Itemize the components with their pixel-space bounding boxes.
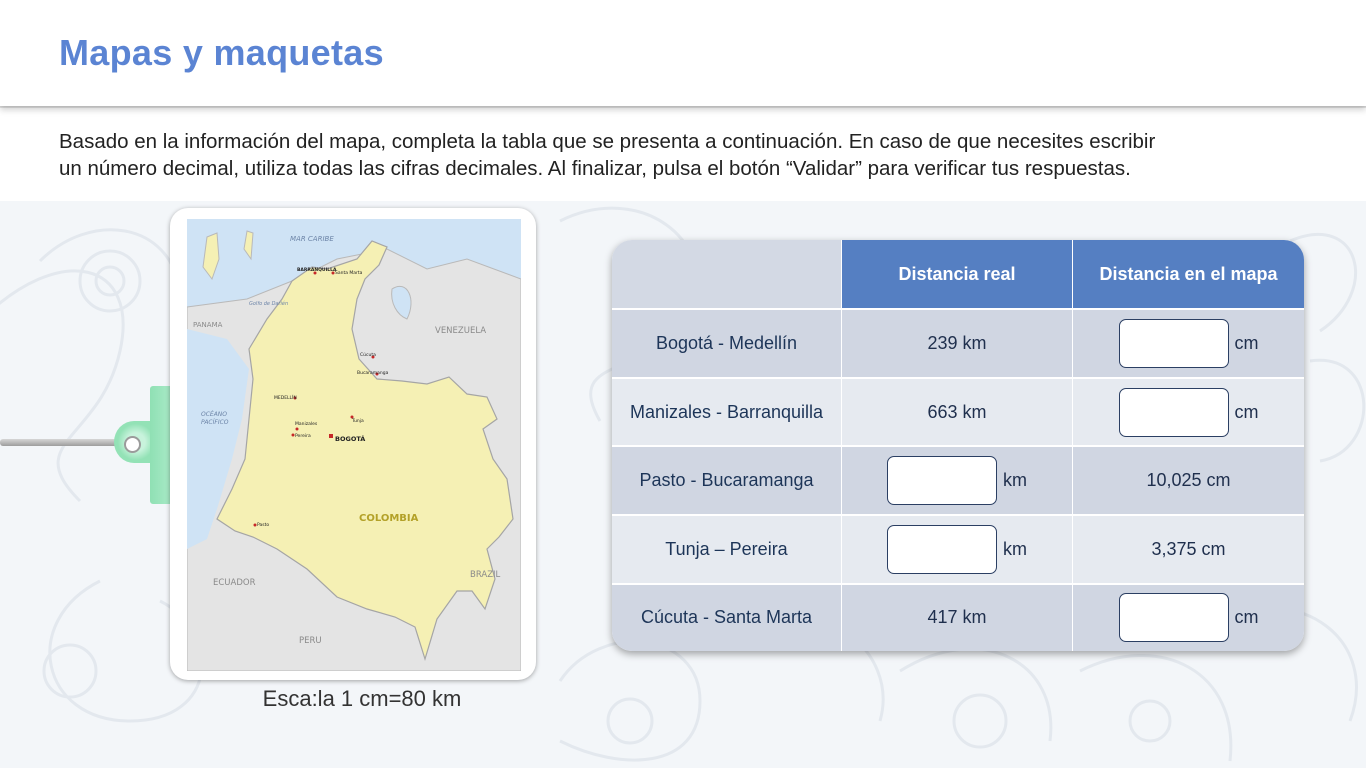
table-row: Pasto - Bucaramanga km 10,025 cm [612,447,1304,517]
city-pereira: Pereira [295,433,311,439]
map-distance-input-group: cm [1118,318,1259,368]
distance-table-container: Distancia real Distancia en el mapa Bogo… [612,240,1304,651]
instructions-line-2: un número decimal, utiliza todas las cif… [59,157,1131,180]
city-manizales: Manizales [295,421,318,427]
real-distance-input-group: km [887,524,1027,574]
route-name: Cúcuta - Santa Marta [612,584,842,651]
city-cucuta: Cúcuta [360,351,376,358]
table-row: Manizales - Barranquilla 663 km cm [612,378,1304,448]
real-distance-cell: km [842,516,1073,585]
map-distance-value: 3,375 cm [1073,516,1304,585]
label-panama: PANAMA [193,321,223,329]
unit-label: cm [1234,607,1259,628]
page-title: Mapas y maquetas [59,32,384,73]
label-ocean-2: PACÍFICO [201,419,229,426]
city-bucaramanga: Bucaramanga [357,370,389,376]
route-name: Bogotá - Medellín [612,310,842,379]
label-venezuela: VENEZUELA [435,326,486,336]
header: Mapas y maquetas [0,0,1366,106]
table-row: Bogotá - Medellín 239 km cm [612,310,1304,379]
city-santa-marta: Santa Marta [335,270,363,276]
unit-label: km [1003,470,1027,491]
map-card: MAR CARIBE Golfo de Darién PANAMA VENEZU… [170,208,536,680]
table-row: Cúcuta - Santa Marta 417 km cm [612,584,1304,651]
header-map-distance: Distancia en el mapa [1073,240,1304,310]
distance-table: Distancia real Distancia en el mapa Bogo… [612,240,1304,651]
city-pasto: Pasto [257,522,269,528]
label-ocean-1: OCÉANO [201,410,227,418]
map-distance-cell: cm [1073,310,1304,379]
table-header-row: Distancia real Distancia en el mapa [612,240,1304,310]
header-real-distance: Distancia real [842,240,1073,310]
instructions-line-1: Basado en la información del mapa, compl… [59,130,1156,153]
map-distance-input[interactable] [1118,387,1229,437]
unit-label: km [1003,538,1027,559]
map-distance-input[interactable] [1118,318,1229,368]
label-gulf: Golfo de Darién [249,300,288,307]
table-row: Tunja – Pereira km 3,375 cm [612,516,1304,585]
pin-hole-icon [124,436,141,453]
real-distance-cell: km [842,447,1073,517]
map-distance-cell: cm [1073,584,1304,651]
page: Mapas y maquetas Basado en la informació… [0,0,1366,768]
unit-label: cm [1234,332,1259,353]
label-peru: PERU [299,636,322,646]
route-name: Tunja – Pereira [612,516,842,585]
city-tunja: Tunja [351,418,364,424]
map-distance-cell: cm [1073,378,1304,448]
map-distance-value: 10,025 cm [1073,447,1304,517]
route-name: Manizales - Barranquilla [612,378,842,448]
city-dot-bogota [329,434,333,438]
city-medellin: MEDELLÍN [274,394,297,401]
unit-label: cm [1234,401,1259,422]
real-distance-value: 239 km [842,310,1073,379]
real-distance-value: 417 km [842,584,1073,651]
label-colombia: COLOMBIA [359,513,419,524]
real-distance-input[interactable] [887,456,997,506]
map-distance-input-group: cm [1118,387,1259,437]
route-name: Pasto - Bucaramanga [612,447,842,517]
label-brazil: BRAZIL [470,570,501,580]
instructions: Basado en la información del mapa, compl… [59,128,1319,182]
city-barranquilla: BARRANQUILLA [297,267,337,273]
pin-rod [0,439,120,446]
header-route [612,240,842,310]
label-ecuador: ECUADOR [213,578,256,588]
real-distance-value: 663 km [842,378,1073,448]
city-bogota: BOGOTÁ [335,434,365,443]
real-distance-input-group: km [887,456,1027,506]
colombia-map: MAR CARIBE Golfo de Darién PANAMA VENEZU… [187,219,521,671]
city-dot-manizales [295,427,299,431]
real-distance-input[interactable] [887,524,997,574]
scale-caption: Esca:la 1 cm=80 km [262,686,462,711]
map-distance-input-group: cm [1118,593,1259,643]
colombia-map-svg: MAR CARIBE Golfo de Darién PANAMA VENEZU… [187,219,521,671]
map-distance-input[interactable] [1118,593,1229,643]
label-caribbean-sea: MAR CARIBE [290,235,334,243]
